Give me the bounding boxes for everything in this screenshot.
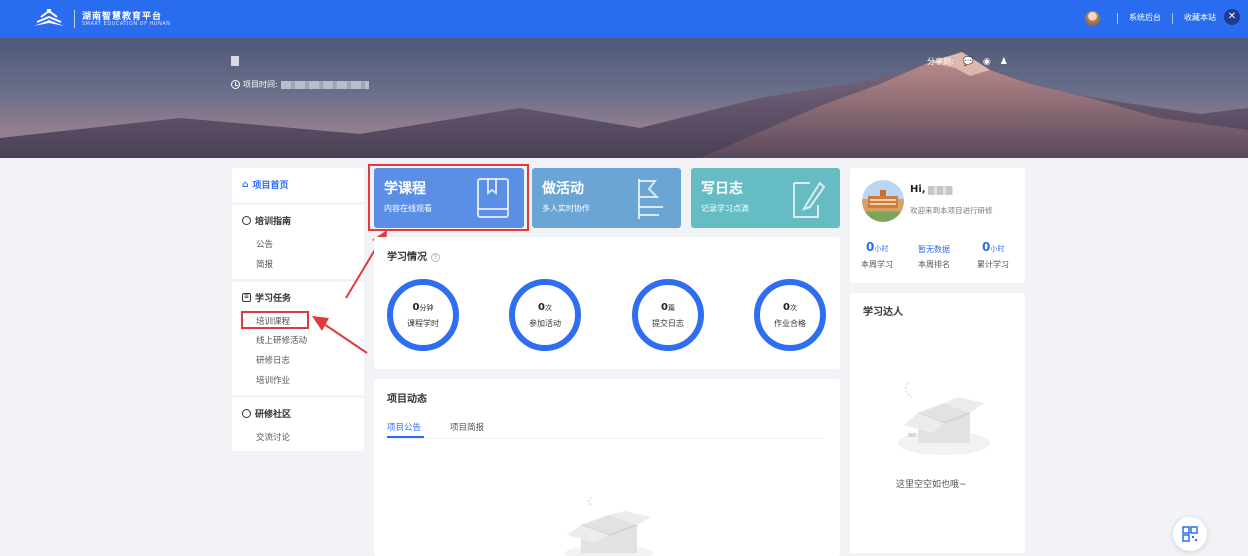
total-study-label: 累计学习 bbox=[977, 260, 1009, 269]
card-title: 写日志 bbox=[701, 181, 743, 197]
welcome-text: 欢迎来到本项目进行研修 bbox=[910, 206, 993, 215]
card-activities[interactable]: 做活动 多人实时协作 bbox=[532, 168, 681, 228]
panel-title-text: 学习情况 bbox=[387, 252, 427, 263]
weekly-study-label: 本周学习 bbox=[861, 260, 893, 269]
stat-value: 0分钟 bbox=[412, 302, 434, 313]
edit-icon bbox=[793, 181, 826, 218]
tab-divider bbox=[387, 438, 824, 439]
stat-label: 课程学时 bbox=[407, 319, 439, 328]
weekly-rank-label: 本周排名 bbox=[918, 260, 950, 269]
weekly-study-value: 0小时 bbox=[866, 240, 889, 254]
help-icon[interactable]: ? bbox=[431, 252, 440, 262]
project-dynamics-title: 项目动态 bbox=[387, 394, 427, 405]
total-study-value: 0小时 bbox=[982, 240, 1005, 254]
floating-qrcode-button[interactable] bbox=[1173, 517, 1207, 551]
stat-label: 作业合格 bbox=[774, 319, 806, 328]
empty-box-icon bbox=[565, 497, 653, 556]
school-photo-icon bbox=[868, 190, 898, 208]
stat-value: 0篇 bbox=[661, 302, 675, 313]
card-journal[interactable]: 写日志 记录学习点滴 bbox=[691, 168, 840, 228]
stat-activities: 0次 参加活动 bbox=[509, 279, 581, 351]
learning-status-title: 学习情况? bbox=[387, 248, 440, 263]
user-name bbox=[928, 186, 953, 195]
learning-experts-panel: 学习达人 bbox=[850, 293, 1025, 553]
stat-value: 0次 bbox=[538, 302, 552, 313]
empty-state-text: 这里空空如也哦~ bbox=[896, 480, 967, 490]
card-title: 做活动 bbox=[542, 181, 584, 197]
highlight-box-card bbox=[368, 164, 529, 231]
greeting: Hi, bbox=[910, 184, 926, 195]
project-dynamics-panel: 项目动态 bbox=[374, 379, 840, 556]
stat-label: 提交日志 bbox=[652, 319, 684, 328]
stat-homework: 0次 作业合格 bbox=[754, 279, 826, 351]
qrcode-icon bbox=[1182, 526, 1198, 542]
empty-box-icon bbox=[898, 382, 990, 455]
tab-project-bulletin[interactable]: 项目简报 bbox=[450, 421, 484, 433]
learning-experts-title: 学习达人 bbox=[863, 307, 903, 318]
profile-avatar[interactable] bbox=[862, 180, 904, 222]
flag-icon bbox=[638, 179, 663, 219]
card-subtitle: 多人实时协作 bbox=[542, 204, 590, 213]
card-subtitle: 记录学习点滴 bbox=[701, 204, 749, 213]
stat-journals: 0篇 提交日志 bbox=[632, 279, 704, 351]
tab-project-announcement[interactable]: 项目公告 bbox=[387, 421, 421, 433]
weekly-rank-value: 暂无数据 bbox=[918, 245, 950, 254]
stat-course-hours: 0分钟 课程学时 bbox=[387, 279, 459, 351]
stat-label: 参加活动 bbox=[529, 319, 561, 328]
tab-active-indicator bbox=[387, 436, 424, 438]
stat-value: 0次 bbox=[783, 302, 797, 313]
